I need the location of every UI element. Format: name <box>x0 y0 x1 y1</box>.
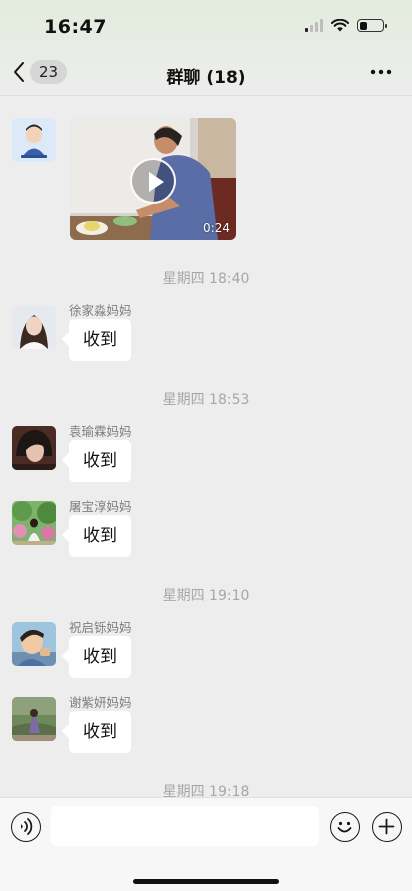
emoji-button[interactable] <box>330 812 360 842</box>
avatar[interactable] <box>12 622 56 666</box>
chat-title: 群聊 (18) <box>166 68 246 88</box>
avatar[interactable] <box>12 118 56 162</box>
message-bubble[interactable]: 收到 <box>69 711 131 753</box>
battery-level <box>359 21 368 30</box>
time-separator: 星期四 19:10 <box>162 588 250 604</box>
more-button[interactable] <box>370 64 392 83</box>
status-icons <box>305 19 387 32</box>
avatar[interactable] <box>12 697 56 741</box>
status-time: 16:47 <box>44 16 107 38</box>
time-separator: 星期四 19:18 <box>162 784 250 797</box>
video-message[interactable]: 0:24 <box>70 118 236 240</box>
sender-name: 祝启铄妈妈 <box>69 620 132 635</box>
nav-bar: 23 群聊 (18) <box>0 52 412 96</box>
add-button[interactable] <box>372 812 402 842</box>
sender-name: 屠宝淳妈妈 <box>69 499 132 514</box>
status-bar: 16:47 <box>0 0 412 54</box>
emoji-icon <box>337 821 352 833</box>
message-list[interactable]: 0:24 星期四 18:40 徐家淼妈妈 收到 星期四 18:53 袁瑜霖妈妈 … <box>0 97 412 797</box>
message-bubble[interactable]: 收到 <box>69 319 131 361</box>
message-bubble[interactable]: 收到 <box>69 515 131 557</box>
voice-icon <box>21 818 33 835</box>
avatar[interactable] <box>12 305 56 349</box>
message-bubble[interactable]: 收到 <box>69 440 131 482</box>
input-bar <box>0 797 412 891</box>
sender-name: 徐家淼妈妈 <box>69 303 132 318</box>
battery-icon <box>357 19 387 32</box>
message-input[interactable] <box>51 806 319 846</box>
avatar[interactable] <box>12 501 56 545</box>
play-icon[interactable] <box>130 158 176 204</box>
message-bubble[interactable]: 收到 <box>69 636 131 678</box>
voice-button[interactable] <box>11 812 41 842</box>
video-duration: 0:24 <box>203 221 230 235</box>
time-separator: 星期四 18:53 <box>162 392 250 408</box>
wifi-icon <box>331 19 349 32</box>
plus-icon <box>378 818 395 835</box>
sender-name: 袁瑜霖妈妈 <box>69 424 132 439</box>
sender-name: 谢紫妍妈妈 <box>69 695 132 710</box>
home-indicator <box>133 879 279 884</box>
more-dots-icon <box>370 69 392 75</box>
avatar[interactable] <box>12 426 56 470</box>
signal-icon <box>305 19 323 32</box>
time-separator: 星期四 18:40 <box>162 271 250 287</box>
